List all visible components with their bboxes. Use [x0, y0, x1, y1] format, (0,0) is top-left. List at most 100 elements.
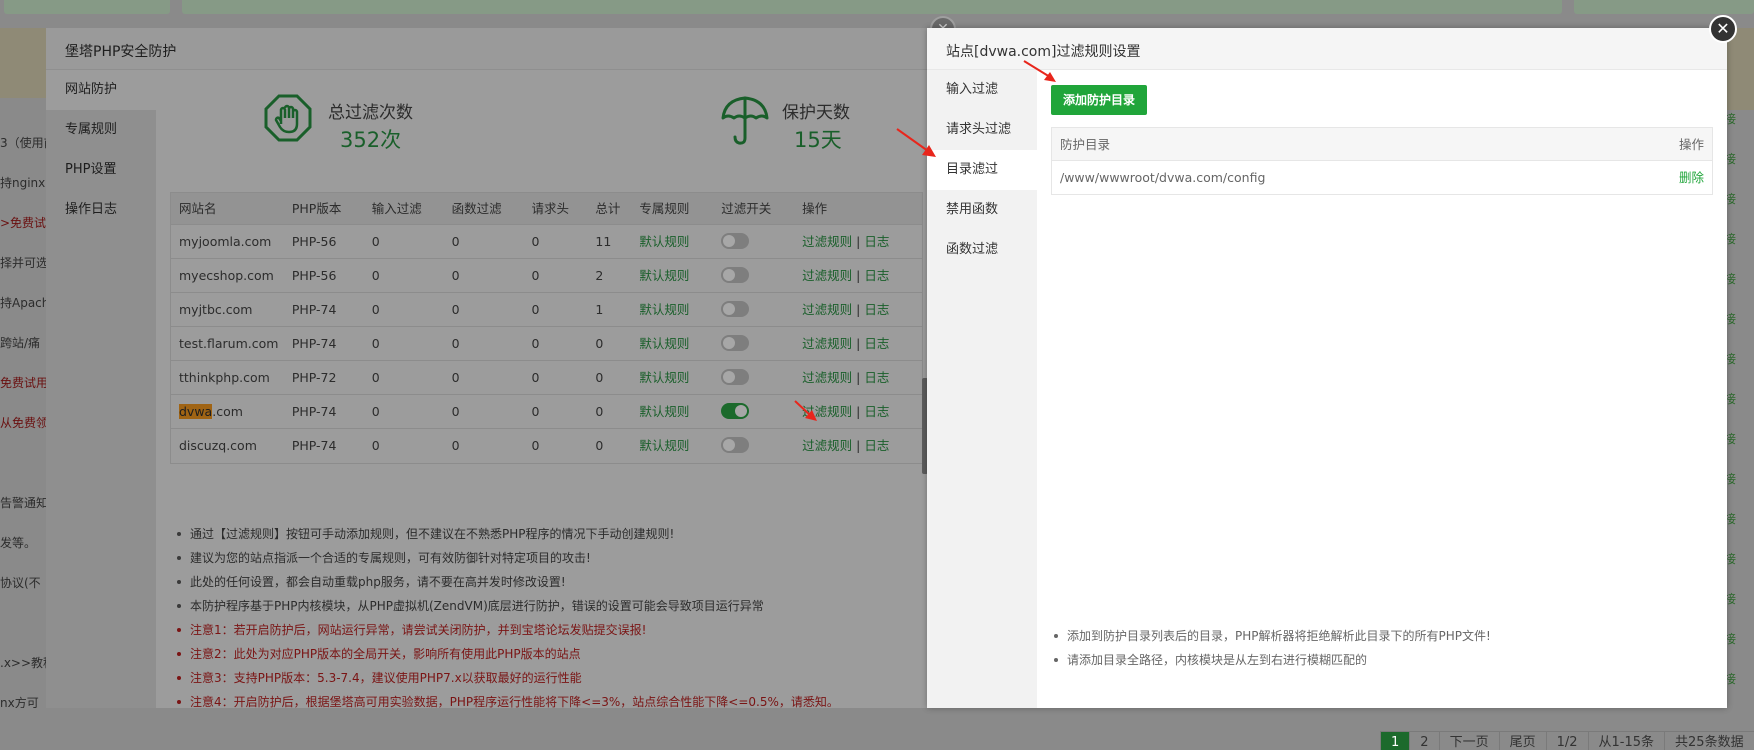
exclusive-rule-link[interactable]: 默认规则 [639, 293, 721, 326]
php-version: PHP-56 [291, 234, 337, 249]
php-version: PHP-74 [291, 404, 337, 419]
stat-total-filtered: 总过滤次数 352次 [264, 86, 464, 152]
actions-cell: 过滤规则 | 日志 [802, 259, 922, 292]
table-header: 网站名 PHP版本 输入过滤 函数过滤 请求头 总计 专属规则 过滤开关 操作 [171, 193, 922, 225]
sidebar-item-php-settings[interactable]: PHP设置 [46, 150, 156, 190]
col-total: 总计 [595, 201, 621, 216]
function-filter-count: 0 [451, 404, 460, 419]
tab-directory-filter[interactable]: 目录滤过 [927, 150, 1037, 190]
actions-cell: 过滤规则 | 日志 [802, 225, 922, 258]
note-item: 注意3：支持PHP版本：5.3-7.4，建议使用PHP7.x以获取最好的运行性能 [174, 666, 839, 690]
exclusive-rule-link[interactable]: 默认规则 [639, 429, 721, 463]
arrow-icon [794, 400, 817, 421]
filter-toggle[interactable] [721, 403, 750, 419]
col-protected-directory: 防护目录 [1060, 137, 1111, 152]
filter-switch-cell [721, 225, 802, 258]
dialog-sidebar: 网站防护 专属规则 PHP设置 操作日志 [46, 70, 156, 708]
close-icon[interactable]: ✕ [1709, 15, 1737, 43]
exclusive-rule-link[interactable]: 默认规则 [639, 259, 721, 292]
site-name: tthinkphp.com [179, 370, 270, 385]
php-version: PHP-74 [291, 336, 337, 351]
stat-protection-days: 保护天数 15天 [720, 86, 920, 152]
input-filter-count: 0 [371, 404, 380, 419]
dialog-sidebar: 输入过滤 请求头过滤 目录滤过 禁用函数 函数过滤 [927, 70, 1037, 708]
input-filter-count: 0 [371, 370, 380, 385]
log-link[interactable]: 日志 [864, 370, 889, 385]
background-left-column: 3（使用前 持nginx >免费试用 择并可选 持Apach 跨站/痛 免费试用… [0, 98, 46, 708]
log-link[interactable]: 日志 [864, 336, 889, 351]
filter-toggle[interactable] [721, 437, 750, 453]
col-function-filter: 函数过滤 [451, 201, 502, 216]
col-php-version: PHP版本 [291, 201, 342, 216]
page-next[interactable]: 下一页 [1438, 731, 1500, 750]
background-right-column: 接 接 接 接 接 接 接 接 接 接 接 接 接 接 接 [1724, 112, 1737, 686]
filter-toggle[interactable] [721, 335, 750, 351]
add-protected-directory-button[interactable]: 添加防护目录 [1051, 85, 1148, 115]
php-version: PHP-74 [291, 302, 337, 317]
tab-disabled-functions[interactable]: 禁用函数 [927, 190, 1037, 230]
note-item: 本防护程序基于PHP内核模块，从PHP虚拟机(ZendVM)底层进行防护，错误的… [174, 594, 839, 618]
tab-function-filter[interactable]: 函数过滤 [927, 230, 1037, 270]
request-header-count: 0 [531, 268, 540, 283]
php-version: PHP-72 [291, 370, 337, 385]
exclusive-rule-link[interactable]: 默认规则 [639, 361, 721, 394]
filter-rules-link[interactable]: 过滤规则 [802, 370, 852, 385]
filter-toggle[interactable] [721, 233, 750, 249]
filter-rules-link[interactable]: 过滤规则 [802, 302, 852, 317]
filter-rules-link[interactable]: 过滤规则 [802, 336, 852, 351]
arrow-icon [1023, 60, 1056, 82]
note-item: 注意1：若开启防护后，网站运行异常，请尝试关闭防护，并到宝塔论坛发贴提交误报! [174, 618, 839, 642]
filter-switch-cell [721, 395, 802, 428]
sidebar-item-site-protection[interactable]: 网站防护 [46, 70, 156, 110]
filter-rule-dialog: 站点[dvwa.com]过滤规则设置 输入过滤 请求头过滤 目录滤过 禁用函数 … [927, 28, 1727, 708]
delete-link[interactable]: 删除 [1679, 161, 1704, 194]
left-notes-list: 通过【过滤规则】按钮可手动添加规则，但不建议在不熟悉PHP程序的情况下手动创建规… [174, 522, 839, 714]
filter-switch-cell [721, 361, 802, 394]
note-item: 通过【过滤规则】按钮可手动添加规则，但不建议在不熟悉PHP程序的情况下手动创建规… [174, 522, 839, 546]
filter-toggle[interactable] [721, 301, 750, 317]
site-name: myjtbc.com [179, 302, 253, 317]
exclusive-rule-link[interactable]: 默认规则 [639, 327, 721, 360]
page-last[interactable]: 尾页 [1498, 731, 1547, 750]
dialog-title: 堡塔PHP安全防护 [65, 44, 177, 60]
function-filter-count: 0 [451, 268, 460, 283]
sidebar-item-exclusive-rules[interactable]: 专属规则 [46, 110, 156, 150]
site-name: dvwa.com [179, 404, 243, 419]
filter-rules-link[interactable]: 过滤规则 [802, 234, 852, 249]
actions-cell: 过滤规则 | 日志 [802, 361, 922, 394]
actions-cell: 过滤规则 | 日志 [802, 327, 922, 360]
page-total: 共25条数据 [1664, 731, 1754, 750]
action-separator: | [856, 404, 861, 419]
tab-request-header-filter[interactable]: 请求头过滤 [927, 110, 1037, 150]
note-item: 注意4：开启防护后，根据堡塔高可用实验数据，PHP程序运行性能将下降<=3%，站… [174, 690, 839, 714]
log-link[interactable]: 日志 [864, 234, 889, 249]
function-filter-count: 0 [451, 370, 460, 385]
log-link[interactable]: 日志 [864, 404, 889, 419]
filter-toggle[interactable] [721, 369, 750, 385]
filter-rules-link[interactable]: 过滤规则 [802, 268, 852, 283]
page-count: 1/2 [1545, 731, 1589, 750]
input-filter-count: 0 [371, 268, 380, 283]
page-2[interactable]: 2 [1409, 731, 1440, 750]
exclusive-rule-link[interactable]: 默认规则 [639, 395, 721, 428]
log-link[interactable]: 日志 [864, 302, 889, 317]
hand-shield-icon [264, 94, 312, 142]
page-range: 从1-15条 [1587, 731, 1666, 750]
table-row: test.flarum.com PHP-74 0 0 0 0 默认规则 过滤规则 | 日志 [171, 327, 922, 361]
background-top-panel [4, 0, 170, 14]
page-1[interactable]: 1 [1380, 731, 1411, 750]
site-name: myjoomla.com [179, 234, 272, 249]
total-count: 1 [595, 302, 604, 317]
filter-rules-link[interactable]: 过滤规则 [802, 438, 852, 453]
log-link[interactable]: 日志 [864, 438, 889, 453]
input-filter-count: 0 [371, 234, 380, 249]
filter-toggle[interactable] [721, 267, 750, 283]
sidebar-item-operation-log[interactable]: 操作日志 [46, 190, 156, 230]
php-version: PHP-56 [291, 268, 337, 283]
note-item: 建议为您的站点指派一个合适的专属规则，可有效防御针对特定项目的攻击! [174, 546, 839, 570]
actions-cell: 过滤规则 | 日志 [802, 293, 922, 326]
request-header-count: 0 [531, 404, 540, 419]
table-row: myecshop.com PHP-56 0 0 0 2 默认规则 过滤规则 | 日志 [171, 259, 922, 293]
exclusive-rule-link[interactable]: 默认规则 [639, 225, 721, 258]
log-link[interactable]: 日志 [864, 268, 889, 283]
